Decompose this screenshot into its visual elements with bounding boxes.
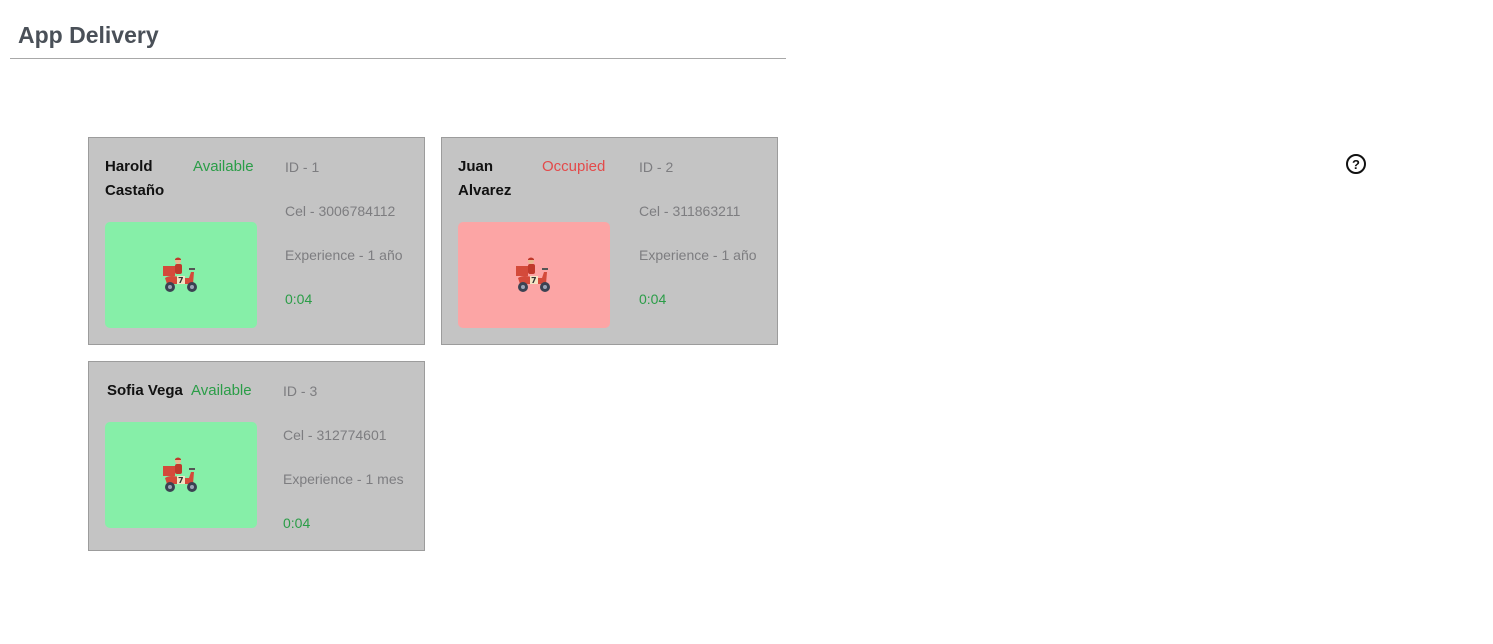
courier-experience: Experience - 1 año <box>639 247 757 263</box>
status-badge: Occupied <box>542 158 606 175</box>
courier-id: ID - 1 <box>285 159 320 175</box>
courier-id: ID - 2 <box>639 159 674 175</box>
courier-status-tile: 7 <box>105 422 257 528</box>
help-circle-icon[interactable]: ? <box>1346 154 1366 174</box>
courier-experience: Experience - 1 año <box>285 247 403 263</box>
app-header: App Delivery <box>10 0 786 59</box>
courier-status-tile: 7 <box>458 222 610 328</box>
courier-name: Juan Alvarez <box>458 158 512 199</box>
courier-experience: Experience - 1 mes <box>283 471 404 487</box>
courier-timer: 0:04 <box>639 291 667 307</box>
courier-card[interactable]: Harold Castaño Available ID - 1 Cel - 30… <box>88 137 425 345</box>
status-badge: Available <box>191 382 252 399</box>
courier-timer: 0:04 <box>285 291 313 307</box>
delivery-scooter-icon: 7 <box>163 457 197 492</box>
courier-name: Sofia Vega <box>107 382 183 399</box>
courier-name: Harold Castaño <box>105 158 165 199</box>
courier-phone: Cel - 3006784112 <box>285 203 396 219</box>
status-badge: Available <box>193 158 254 175</box>
delivery-scooter-icon: 7 <box>163 257 197 292</box>
courier-phone: Cel - 311863211 <box>639 203 741 219</box>
svg-text:7: 7 <box>178 276 184 285</box>
courier-card[interactable]: Sofia Vega Available ID - 3 Cel - 312774… <box>88 361 425 551</box>
courier-phone: Cel - 312774601 <box>283 427 387 443</box>
courier-timer: 0:04 <box>283 515 311 531</box>
svg-text:7: 7 <box>531 276 537 285</box>
delivery-scooter-icon: 7 <box>516 257 550 292</box>
page-title: App Delivery <box>18 22 159 48</box>
svg-text:7: 7 <box>178 476 184 485</box>
courier-status-tile: 7 <box>105 222 257 328</box>
courier-card[interactable]: Juan Alvarez Occupied ID - 2 Cel - 31186… <box>441 137 778 345</box>
courier-id: ID - 3 <box>283 383 318 399</box>
